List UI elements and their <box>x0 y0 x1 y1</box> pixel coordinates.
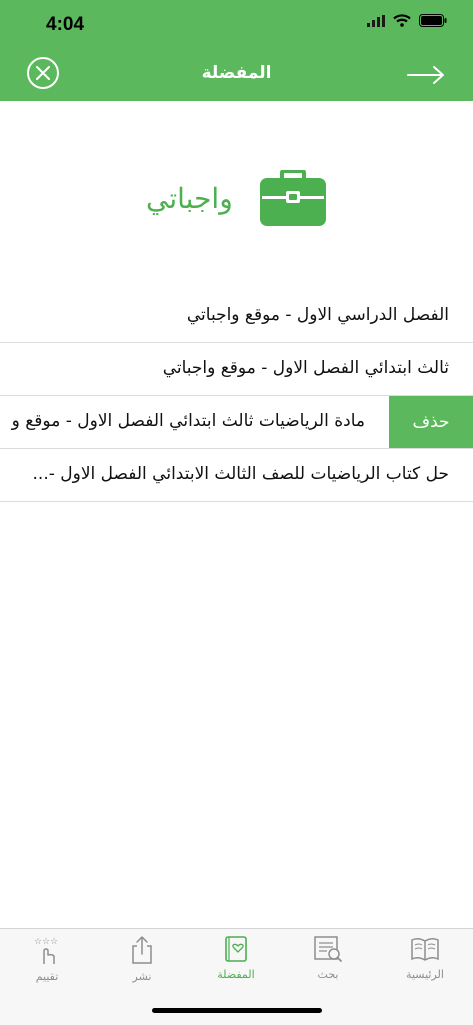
tab-share[interactable]: نشر <box>102 935 182 983</box>
list-item-title: مادة الرياضيات ثالث ابتدائي الفصل الاول … <box>11 411 365 431</box>
tab-rate[interactable]: ☆☆☆ تقييم <box>7 935 87 983</box>
book-icon <box>411 937 439 961</box>
rate-icon: ☆☆☆ <box>34 937 58 964</box>
tab-rate-label: تقييم <box>35 970 59 983</box>
arrow-right-icon <box>407 66 444 84</box>
forward-button[interactable] <box>407 65 445 89</box>
nav-bar: المفضلة <box>0 50 473 101</box>
status-icons <box>367 14 447 27</box>
home-indicator <box>152 1008 322 1013</box>
share-icon <box>132 936 152 964</box>
favorite-book-icon <box>225 936 247 962</box>
page-title: المفضلة <box>201 63 272 83</box>
tab-favorites-label: المفضلة <box>217 968 255 981</box>
list-item-title: ثالث ابتدائي الفصل الاول - موقع واجباتي <box>162 358 449 378</box>
tab-home-label: الرئيسية <box>406 968 444 981</box>
briefcase-icon <box>260 170 326 226</box>
list-item-title: الفصل الدراسي الاول - موقع واجباتي <box>186 305 449 325</box>
tab-search-label: بحث <box>317 968 339 981</box>
signal-icon <box>367 14 385 27</box>
tab-share-label: نشر <box>132 970 152 983</box>
app-logo: واجباتي <box>146 170 326 226</box>
wifi-icon <box>393 14 411 27</box>
status-bar: 4:04 <box>0 0 473 50</box>
tab-favorites[interactable]: المفضلة <box>196 935 276 981</box>
list-item[interactable]: ثالث ابتدائي الفصل الاول - موقع واجباتي <box>0 343 473 396</box>
list-item-title: حل كتاب الرياضيات للصف الثالث الابتدائي … <box>32 464 449 484</box>
svg-text:☆☆☆: ☆☆☆ <box>34 937 58 947</box>
favorites-list: الفصل الدراسي الاول - موقع واجباتي ثالث … <box>0 290 473 502</box>
list-item[interactable]: حذف مادة الرياضيات ثالث ابتدائي الفصل ال… <box>0 396 473 449</box>
status-time: 4:04 <box>46 14 85 35</box>
battery-icon <box>419 14 447 27</box>
list-item[interactable]: حل كتاب الرياضيات للصف الثالث الابتدائي … <box>0 449 473 502</box>
logo-text: واجباتي <box>146 181 233 215</box>
tab-home[interactable]: الرئيسية <box>385 935 465 981</box>
list-item[interactable]: الفصل الدراسي الاول - موقع واجباتي <box>0 290 473 343</box>
search-document-icon <box>314 936 342 962</box>
delete-button[interactable]: حذف <box>389 396 473 448</box>
tab-search[interactable]: بحث <box>288 935 368 981</box>
